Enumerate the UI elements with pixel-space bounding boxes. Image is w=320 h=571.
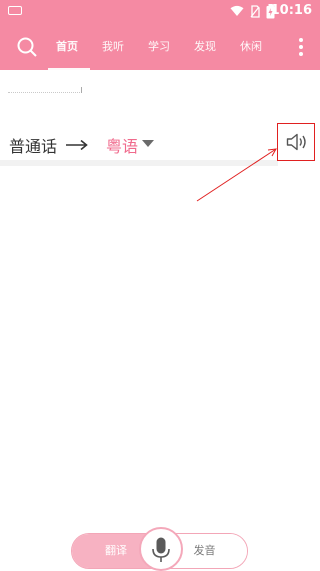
no-sim-icon xyxy=(250,5,260,18)
text-cursor xyxy=(81,87,82,93)
app-bar: 首页 我听 学习 发现 休闲 xyxy=(0,24,320,71)
source-language[interactable]: 普通话 xyxy=(9,133,57,157)
keyboard-icon xyxy=(8,6,22,15)
section-divider xyxy=(0,160,278,166)
microphone-icon xyxy=(152,537,170,562)
tab-discover[interactable]: 发现 xyxy=(182,24,228,70)
arrow-right-icon xyxy=(66,140,88,150)
tab-leisure[interactable]: 休闲 xyxy=(228,24,274,70)
input-underline xyxy=(8,92,82,94)
status-time: 10:16 xyxy=(270,3,312,18)
language-selector-row: 普通话 粤语 xyxy=(0,128,320,160)
tab-listen[interactable]: 我听 xyxy=(90,24,136,70)
microphone-button[interactable] xyxy=(139,527,183,571)
status-bar: 10:16 xyxy=(0,0,320,24)
speaker-button[interactable] xyxy=(277,123,315,161)
target-language[interactable]: 粤语 xyxy=(106,133,138,157)
annotation-arrow xyxy=(196,148,277,202)
top-tabs: 首页 我听 学习 发现 休闲 xyxy=(44,24,274,71)
search-icon[interactable] xyxy=(16,36,38,58)
tab-learn[interactable]: 学习 xyxy=(136,24,182,70)
tab-home[interactable]: 首页 xyxy=(44,24,90,71)
speaker-icon xyxy=(286,133,306,151)
more-icon[interactable] xyxy=(298,38,304,56)
wifi-icon xyxy=(230,5,244,16)
dropdown-caret-icon[interactable] xyxy=(142,140,154,147)
